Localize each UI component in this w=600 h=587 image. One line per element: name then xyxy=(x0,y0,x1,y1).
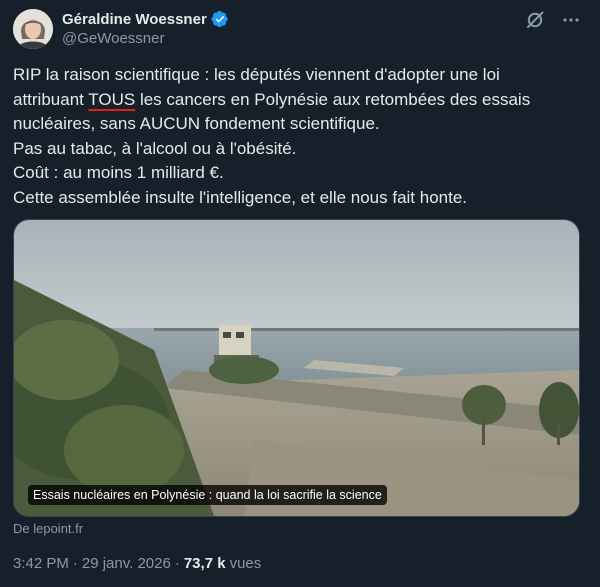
avatar-image xyxy=(13,9,53,49)
card-caption: Essais nucléaires en Polynésie : quand l… xyxy=(28,485,387,505)
tweet-date[interactable]: 29 janv. 2026 xyxy=(82,555,171,572)
author-name-row[interactable]: Géraldine Woessner xyxy=(62,10,229,28)
tweet-text-segment: les cancers en Polynésie aux retombées d… xyxy=(135,89,531,109)
grok-icon[interactable] xyxy=(524,9,546,31)
tweet-line: RIP la raison scientifique : les députés… xyxy=(13,65,500,84)
tweet-meta: 3:42 PM · 29 janv. 2026 · 73,7 k vues xyxy=(13,555,261,572)
views-label: vues xyxy=(229,555,262,572)
author-name[interactable]: Géraldine Woessner xyxy=(62,11,207,28)
tweet-line: nucléaires, sans AUCUN fondement scienti… xyxy=(13,114,380,133)
avatar[interactable] xyxy=(13,9,53,49)
tweet-time[interactable]: 3:42 PM xyxy=(13,555,69,572)
tweet-text: RIP la raison scientifique : les députés… xyxy=(13,63,585,210)
tweet-line: attribuant TOUS les cancers en Polynésie… xyxy=(13,88,585,113)
more-icon[interactable] xyxy=(560,9,582,31)
card-source-link[interactable]: De lepoint.fr xyxy=(13,521,83,536)
tweet-text-segment: attribuant xyxy=(13,89,89,109)
tweet-line: Cette assemblée insulte l'intelligence, … xyxy=(13,187,468,207)
verified-badge-icon xyxy=(211,10,229,28)
link-card[interactable]: Essais nucléaires en Polynésie : quand l… xyxy=(13,219,580,517)
meta-separator: · xyxy=(174,555,180,572)
tweet-actions xyxy=(524,9,582,31)
tweet-line: Pas au tabac, à l'alcool ou à l'obésité. xyxy=(13,138,297,158)
author-handle[interactable]: @GeWoessner xyxy=(62,30,165,47)
meta-separator: · xyxy=(72,555,78,572)
tweet-line: Coût : au moins 1 milliard €. xyxy=(13,163,224,182)
tweet: Géraldine Woessner @GeWoessner RIP la ra… xyxy=(0,0,600,587)
views-count: 73,7 k xyxy=(183,555,226,572)
emphasis-word: TOUS xyxy=(88,89,136,109)
card-image xyxy=(14,220,579,516)
